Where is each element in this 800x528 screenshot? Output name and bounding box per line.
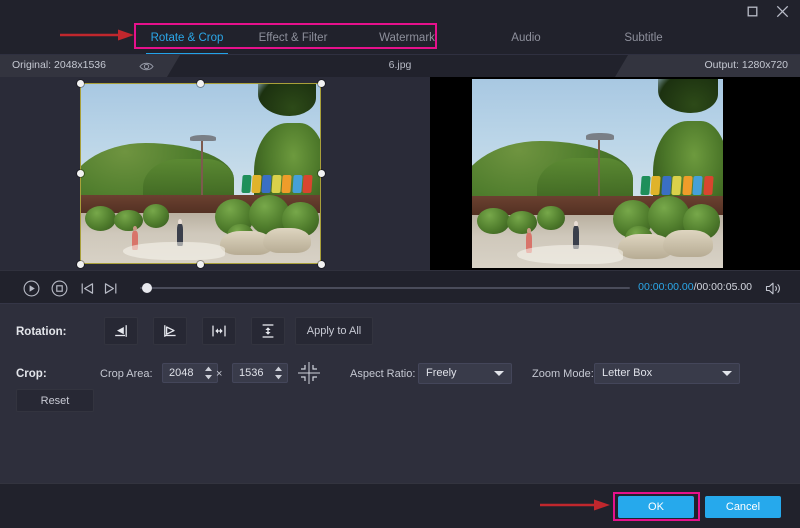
output-image bbox=[472, 79, 723, 268]
crop-handle-bl[interactable] bbox=[77, 261, 84, 268]
crop-area-label: Crop Area: bbox=[100, 368, 153, 380]
crop-handle-mr[interactable] bbox=[318, 170, 325, 177]
ok-button[interactable]: OK bbox=[618, 496, 694, 518]
zoom-mode-label: Zoom Mode: bbox=[532, 368, 594, 380]
aspect-ratio-value: Freely bbox=[426, 367, 457, 379]
crop-height-value: 1536 bbox=[239, 367, 263, 379]
timecode-display: 00:00:00.00/00:00:05.00 bbox=[638, 281, 752, 293]
crop-width-stepper[interactable]: 2048 bbox=[162, 363, 218, 383]
crop-width-value: 2048 bbox=[169, 367, 193, 379]
source-preview-panel[interactable] bbox=[0, 77, 428, 270]
output-size-label: Output: 1280x720 bbox=[705, 59, 788, 71]
apply-to-all-button[interactable]: Apply to All bbox=[295, 317, 373, 345]
crop-handle-ml[interactable] bbox=[77, 170, 84, 177]
crop-handle-tr[interactable] bbox=[318, 80, 325, 87]
output-preview-panel bbox=[430, 77, 800, 270]
previous-frame-icon[interactable] bbox=[78, 279, 96, 297]
crop-height-stepper[interactable]: 1536 bbox=[232, 363, 288, 383]
flip-horizontal-icon[interactable] bbox=[202, 317, 236, 345]
crop-handle-bm[interactable] bbox=[197, 261, 204, 268]
current-time: 00:00:00.00 bbox=[638, 281, 693, 293]
aspect-ratio-label: Aspect Ratio: bbox=[350, 368, 415, 380]
crop-handle-tm[interactable] bbox=[197, 80, 204, 87]
playback-bar: 00:00:00.00/00:00:05.00 bbox=[0, 270, 800, 303]
rotate-left-icon[interactable] bbox=[104, 317, 138, 345]
tab-audio[interactable]: Audio bbox=[466, 22, 586, 55]
next-frame-icon[interactable] bbox=[101, 279, 119, 297]
rotation-label: Rotation: bbox=[16, 326, 66, 338]
aspect-ratio-dropdown[interactable]: Freely bbox=[418, 363, 512, 384]
window-controls bbox=[742, 2, 792, 20]
progress-track[interactable] bbox=[140, 287, 630, 289]
tab-rotate-crop[interactable]: Rotate & Crop bbox=[136, 22, 238, 55]
tab-watermark[interactable]: Watermark bbox=[348, 22, 466, 55]
eye-icon[interactable] bbox=[135, 58, 157, 74]
crop-times-separator: × bbox=[216, 368, 222, 380]
chevron-down-icon bbox=[722, 371, 732, 376]
maximize-icon[interactable] bbox=[742, 2, 762, 20]
preview-area bbox=[0, 77, 800, 270]
close-icon[interactable] bbox=[772, 2, 792, 20]
letter-signs bbox=[215, 174, 311, 196]
crop-center-icon[interactable] bbox=[296, 359, 322, 387]
crop-height-spin-arrows[interactable] bbox=[274, 366, 283, 380]
crop-width-spin-arrows[interactable] bbox=[204, 366, 213, 380]
rotate-right-icon[interactable] bbox=[153, 317, 187, 345]
zoom-mode-dropdown[interactable]: Letter Box bbox=[594, 363, 740, 384]
tab-effect-filter[interactable]: Effect & Filter bbox=[238, 22, 348, 55]
video-editor-dialog: Rotate & Crop Effect & Filter Watermark … bbox=[0, 0, 800, 528]
total-time: 00:00:05.00 bbox=[697, 281, 752, 293]
tab-bar: Rotate & Crop Effect & Filter Watermark … bbox=[0, 22, 800, 55]
title-bar bbox=[0, 0, 800, 22]
media-info-strip: Original: 2048x1536 6.jpg Output: 1280x7… bbox=[0, 55, 800, 77]
flip-vertical-icon[interactable] bbox=[251, 317, 285, 345]
crop-label: Crop: bbox=[16, 368, 47, 380]
tab-list: Rotate & Crop Effect & Filter Watermark … bbox=[136, 22, 701, 55]
zoom-mode-value: Letter Box bbox=[602, 367, 652, 379]
volume-icon[interactable] bbox=[764, 279, 782, 297]
cancel-button[interactable]: Cancel bbox=[705, 496, 781, 518]
stop-icon[interactable] bbox=[50, 279, 68, 297]
crop-handle-br[interactable] bbox=[318, 261, 325, 268]
source-image bbox=[80, 83, 321, 264]
chevron-down-icon bbox=[494, 371, 504, 376]
reset-button[interactable]: Reset bbox=[16, 389, 94, 412]
crop-handle-tl[interactable] bbox=[77, 80, 84, 87]
play-icon[interactable] bbox=[22, 279, 40, 297]
tab-subtitle[interactable]: Subtitle bbox=[586, 22, 701, 55]
edit-controls-panel: Rotation: bbox=[0, 303, 800, 483]
progress-knob[interactable] bbox=[142, 283, 152, 293]
